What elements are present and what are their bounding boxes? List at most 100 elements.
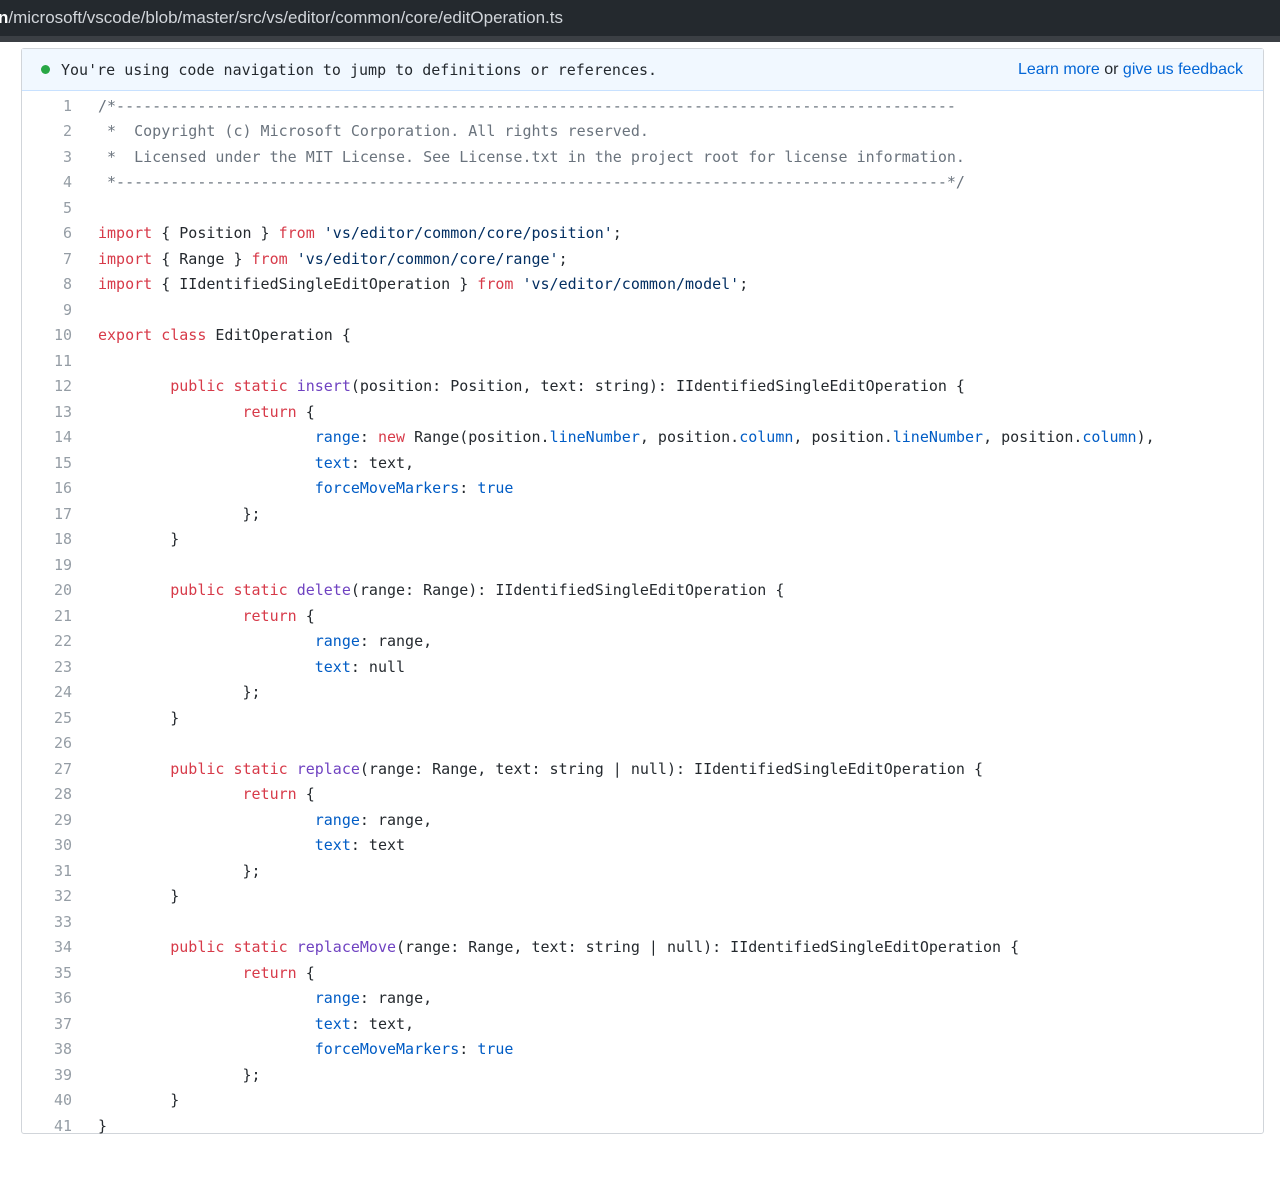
code-token: public bbox=[170, 759, 225, 778]
code-token: insert bbox=[296, 377, 351, 396]
line-number[interactable]: 14 bbox=[22, 428, 98, 446]
line-number[interactable]: 37 bbox=[22, 1015, 98, 1033]
line-number[interactable]: 29 bbox=[22, 811, 98, 829]
code-token: import bbox=[98, 224, 153, 243]
line-number[interactable]: 7 bbox=[22, 250, 98, 268]
code-token: , position. bbox=[639, 428, 740, 447]
code-line: 38 forceMoveMarkers: true bbox=[22, 1037, 1263, 1063]
line-number[interactable]: 2 bbox=[22, 122, 98, 140]
code-line: 15 text: text, bbox=[22, 450, 1263, 476]
code-line-content: }; bbox=[98, 862, 1263, 880]
code-token: : text, bbox=[350, 1014, 415, 1033]
code-line: 17 }; bbox=[22, 501, 1263, 527]
line-number[interactable]: 4 bbox=[22, 173, 98, 191]
status-dot-icon bbox=[41, 65, 50, 74]
line-number[interactable]: 16 bbox=[22, 479, 98, 497]
line-number[interactable]: 30 bbox=[22, 836, 98, 854]
code-token: : text bbox=[350, 836, 406, 855]
code-line: 21 return { bbox=[22, 603, 1263, 629]
code-token: 'vs/editor/common/model' bbox=[522, 275, 740, 294]
line-number[interactable]: 27 bbox=[22, 760, 98, 778]
code-token: from bbox=[278, 224, 315, 243]
line-number[interactable]: 25 bbox=[22, 709, 98, 727]
code-line-content: import { Range } from 'vs/editor/common/… bbox=[98, 250, 1263, 268]
line-number[interactable]: 34 bbox=[22, 938, 98, 956]
line-number[interactable]: 12 bbox=[22, 377, 98, 395]
code-line-content: return { bbox=[98, 607, 1263, 625]
banner-links: Learn more or give us feedback bbox=[1018, 61, 1243, 79]
code-token: text bbox=[314, 657, 351, 676]
code-token: ; bbox=[739, 275, 749, 294]
code-token: } bbox=[98, 1116, 108, 1135]
line-number[interactable]: 32 bbox=[22, 887, 98, 905]
code-line: 28 return { bbox=[22, 782, 1263, 808]
line-number[interactable]: 5 bbox=[22, 199, 98, 217]
line-number[interactable]: 15 bbox=[22, 454, 98, 472]
line-number[interactable]: 39 bbox=[22, 1066, 98, 1084]
line-number[interactable]: 28 bbox=[22, 785, 98, 803]
code-token: lineNumber bbox=[892, 428, 984, 447]
line-number[interactable]: 18 bbox=[22, 530, 98, 548]
code-navigation-message: You're using code navigation to jump to … bbox=[61, 60, 658, 79]
code-line: 10 export class EditOperation { bbox=[22, 323, 1263, 349]
line-number[interactable]: 22 bbox=[22, 632, 98, 650]
line-number[interactable]: 17 bbox=[22, 505, 98, 523]
code-line: 26 bbox=[22, 731, 1263, 757]
code-line-content: /*--------------------------------------… bbox=[98, 97, 1263, 115]
line-number[interactable]: 13 bbox=[22, 403, 98, 421]
code-line-content: public static replace(range: Range, text… bbox=[98, 760, 1263, 778]
line-number[interactable]: 9 bbox=[22, 301, 98, 319]
line-number[interactable]: 33 bbox=[22, 913, 98, 931]
code-token: (range: Range): IIdentifiedSingleEditOpe… bbox=[350, 581, 785, 600]
url-bar[interactable]: n/microsoft/vscode/blob/master/src/vs/ed… bbox=[0, 0, 1280, 42]
code-token: } bbox=[98, 708, 180, 727]
line-number[interactable]: 41 bbox=[22, 1117, 98, 1135]
code-line: 32 } bbox=[22, 884, 1263, 910]
code-token: (range: Range, text: string | null): IId… bbox=[396, 938, 1020, 957]
line-number[interactable]: 23 bbox=[22, 658, 98, 676]
code-token: } bbox=[98, 887, 180, 906]
code-line-content: range: new Range(position.lineNumber, po… bbox=[98, 428, 1263, 446]
line-number[interactable]: 21 bbox=[22, 607, 98, 625]
code-line: 39 }; bbox=[22, 1062, 1263, 1088]
code-token: true bbox=[477, 1040, 514, 1059]
line-number[interactable]: 36 bbox=[22, 989, 98, 1007]
code-token: range bbox=[314, 989, 360, 1008]
line-number[interactable]: 40 bbox=[22, 1091, 98, 1109]
code-token: , position. bbox=[793, 428, 893, 447]
line-number[interactable]: 1 bbox=[22, 97, 98, 115]
line-number[interactable]: 3 bbox=[22, 148, 98, 166]
code-line: 14 range: new Range(position.lineNumber,… bbox=[22, 425, 1263, 451]
line-number[interactable]: 26 bbox=[22, 734, 98, 752]
code-line: 13 return { bbox=[22, 399, 1263, 425]
line-number[interactable]: 31 bbox=[22, 862, 98, 880]
line-number[interactable]: 11 bbox=[22, 352, 98, 370]
learn-more-link[interactable]: Learn more bbox=[1018, 61, 1100, 78]
code-token: { bbox=[296, 785, 315, 804]
code-token: static bbox=[233, 938, 288, 957]
line-number[interactable]: 8 bbox=[22, 275, 98, 293]
line-number[interactable]: 19 bbox=[22, 556, 98, 574]
line-number[interactable]: 20 bbox=[22, 581, 98, 599]
code-token: : bbox=[459, 1040, 478, 1059]
line-number[interactable]: 10 bbox=[22, 326, 98, 344]
code-line-content: public static replaceMove(range: Range, … bbox=[98, 938, 1263, 956]
line-number[interactable]: 6 bbox=[22, 224, 98, 242]
code-line-content: *---------------------------------------… bbox=[98, 173, 1263, 191]
code-token: text bbox=[314, 836, 351, 855]
line-number[interactable]: 24 bbox=[22, 683, 98, 701]
code-token: return bbox=[242, 606, 297, 625]
code-navigation-banner: You're using code navigation to jump to … bbox=[22, 49, 1263, 91]
line-number[interactable]: 38 bbox=[22, 1040, 98, 1058]
line-number[interactable]: 35 bbox=[22, 964, 98, 982]
code-line: 12 public static insert(position: Positi… bbox=[22, 374, 1263, 400]
code-token: return bbox=[242, 402, 297, 421]
give-feedback-link[interactable]: give us feedback bbox=[1123, 61, 1243, 78]
code-token: replaceMove bbox=[296, 938, 397, 957]
code-line-content: return { bbox=[98, 785, 1263, 803]
